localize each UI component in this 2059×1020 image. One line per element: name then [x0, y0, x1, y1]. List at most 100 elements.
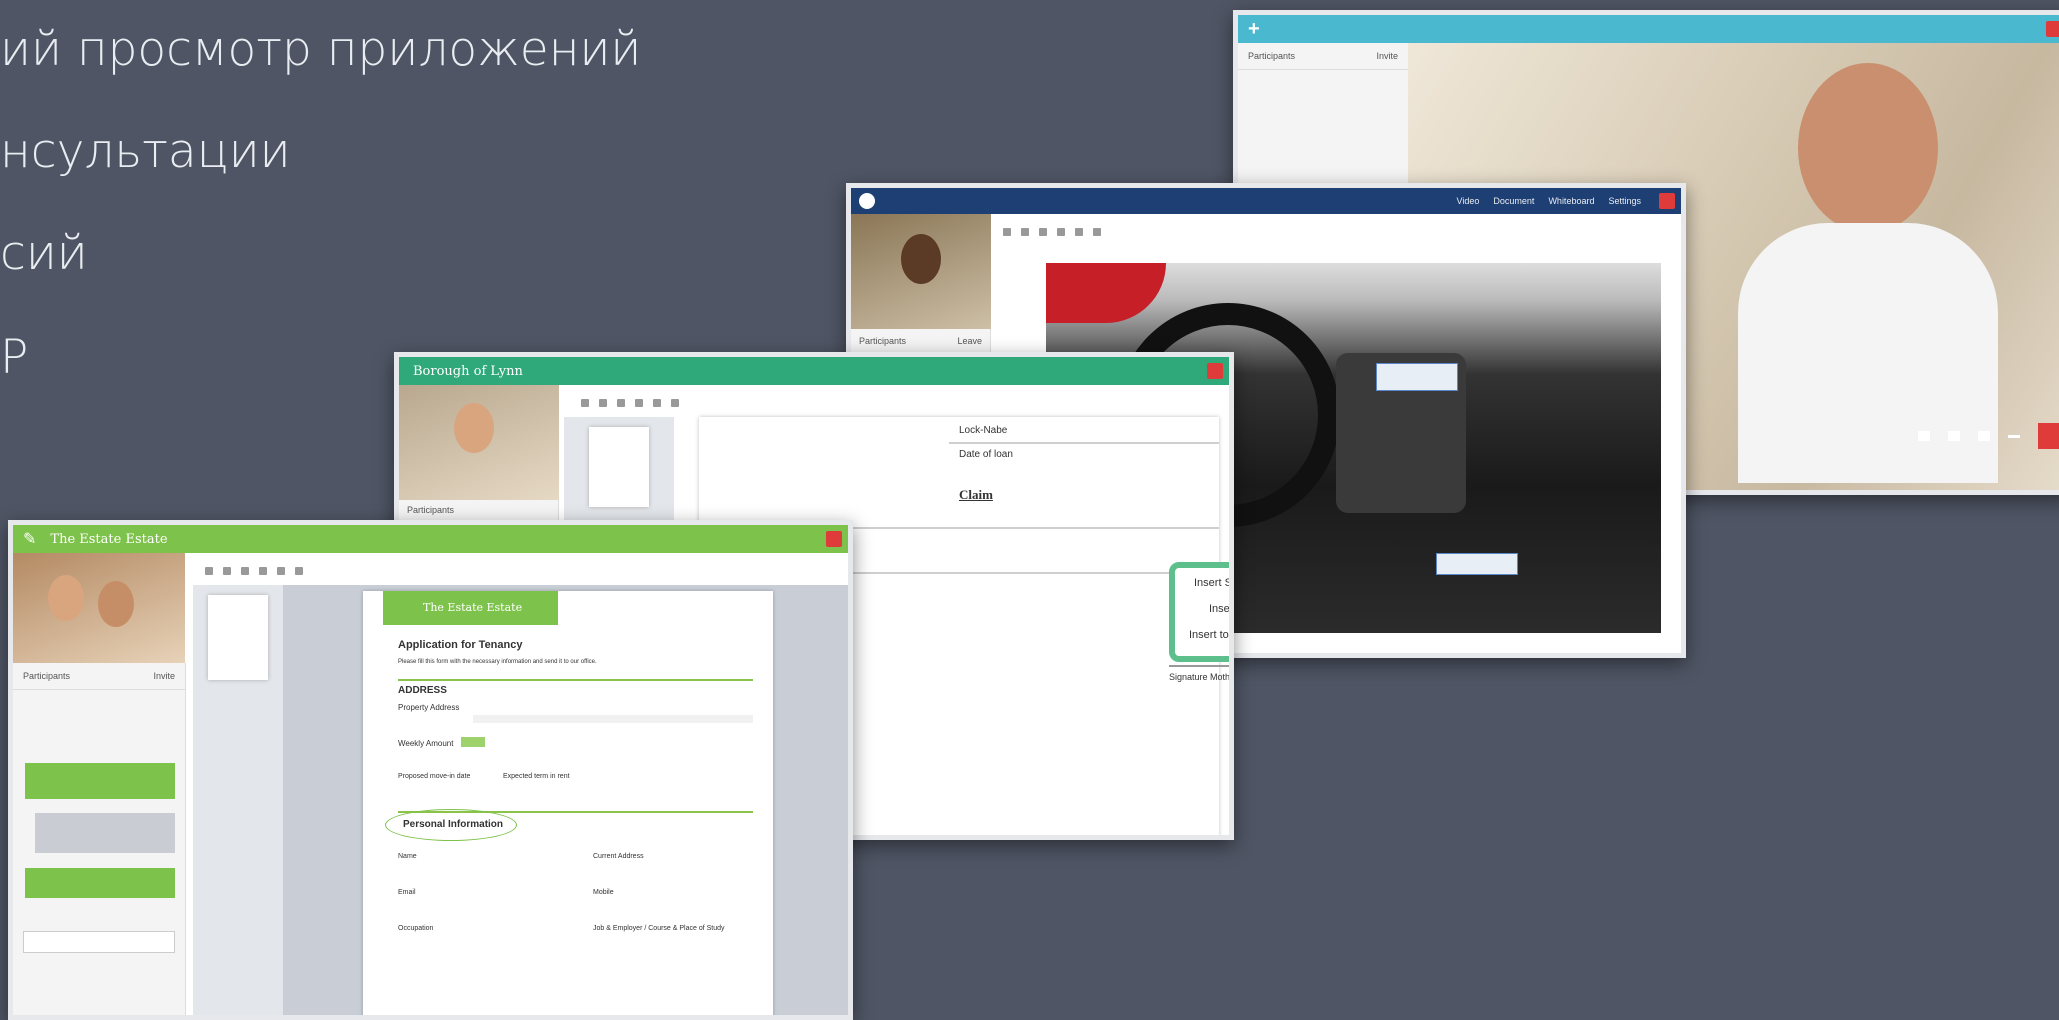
form-brand-banner: The Estate Estate [383, 591, 558, 625]
bullet-text-3: сий [0, 226, 88, 281]
doctor-face [1798, 63, 1938, 233]
text-icon[interactable] [599, 399, 607, 407]
app-title: The Estate Estate [50, 531, 168, 547]
weekly-amount-label: Weekly Amount [398, 739, 454, 748]
undo-icon[interactable] [653, 399, 661, 407]
pen-icon[interactable] [1003, 228, 1011, 236]
annotation-toolbar [193, 559, 303, 583]
participant-face [48, 575, 84, 621]
document-area: The Estate Estate Application for Tenanc… [283, 585, 848, 1015]
text-icon[interactable] [1021, 228, 1029, 236]
close-icon[interactable] [826, 531, 842, 547]
annotation-callout[interactable] [1376, 363, 1458, 391]
participant-face [98, 581, 134, 627]
participants-label: Participants [407, 505, 455, 515]
panel-header: Participants [23, 671, 71, 681]
minus-icon[interactable] [2008, 434, 2020, 438]
bullet-text-2: нсультации [0, 124, 291, 179]
section-rule [398, 679, 753, 681]
name-label: Name [398, 853, 417, 860]
participant-face [454, 403, 494, 453]
red-car-body [1046, 263, 1166, 323]
shape-icon[interactable] [1039, 228, 1047, 236]
page-thumbnail[interactable] [208, 595, 268, 680]
thumbnail-panel [193, 585, 283, 1015]
weekly-amount-field[interactable] [461, 737, 485, 747]
menu-whiteboard[interactable]: Whiteboard [1548, 196, 1594, 206]
doc-rule [949, 442, 1219, 444]
pen-icon[interactable] [205, 567, 213, 575]
signature-label: Signature Mother [1169, 672, 1234, 682]
undo-icon[interactable] [277, 567, 285, 575]
insert-signature-button[interactable]: Insert Signature [1194, 577, 1229, 589]
pause-icon[interactable] [1978, 431, 1990, 441]
participant-row [13, 690, 185, 702]
proposed-move-label: Proposed move-in date [398, 773, 471, 780]
insert-date-button[interactable]: Insert today's Date [1189, 629, 1229, 641]
chat-bubble [25, 868, 175, 898]
chat-bubble [25, 763, 175, 799]
participants-panel: Participants Invite [13, 663, 186, 1015]
text-icon[interactable] [223, 567, 231, 575]
participants-strip: Participants Leave [851, 329, 991, 353]
camera-icon[interactable] [1918, 431, 1930, 441]
hangup-button[interactable] [2038, 423, 2059, 449]
logo-icon [859, 193, 875, 209]
doc-heading: Claim [959, 487, 993, 502]
annotation-toolbar [991, 220, 1101, 244]
participants-label: Participants [859, 336, 907, 346]
mobile-label: Mobile [593, 889, 614, 896]
top-menu: Video Document Whiteboard Settings [1457, 196, 1641, 206]
close-icon[interactable] [1207, 363, 1223, 379]
participants-strip: Participants [399, 500, 559, 522]
logo-icon: ✎ [23, 531, 37, 548]
plus-icon: + [1248, 17, 1260, 40]
menu-document[interactable]: Document [1493, 196, 1534, 206]
form-title: Application for Tenancy [398, 639, 523, 651]
participant-face [901, 234, 941, 284]
redo-icon[interactable] [1093, 228, 1101, 236]
title-bar: + [1238, 15, 2059, 43]
address-heading: ADDRESS [398, 685, 447, 696]
arrow-icon[interactable] [259, 567, 267, 575]
participants-panel: Participants Invite [1238, 43, 1409, 203]
form-intro: Please fill this form with the necessary… [398, 659, 597, 665]
redo-icon[interactable] [671, 399, 679, 407]
leave-button[interactable]: Leave [957, 336, 982, 346]
title-bar: ✎ The Estate Estate [13, 525, 848, 553]
occupation-label: Occupation [398, 925, 434, 932]
annotation-toolbar [569, 391, 679, 415]
menu-settings[interactable]: Settings [1608, 196, 1641, 206]
annotation-callout[interactable] [1436, 553, 1518, 575]
chat-input[interactable] [23, 931, 175, 953]
shape-icon[interactable] [617, 399, 625, 407]
call-controls [1918, 423, 2059, 449]
property-address-field[interactable] [473, 715, 753, 723]
close-icon[interactable] [1659, 193, 1675, 209]
menu-video[interactable]: Video [1457, 196, 1480, 206]
arrow-icon[interactable] [635, 399, 643, 407]
insert-text-button[interactable]: Insert Text [1209, 603, 1229, 615]
employer-label: Job & Employer / Course & Place of Study [593, 925, 725, 932]
page-thumbnail[interactable] [589, 427, 649, 507]
chat-bubble [35, 813, 175, 853]
pen-icon[interactable] [581, 399, 589, 407]
shape-icon[interactable] [241, 567, 249, 575]
app-title: Borough of Lynn [413, 363, 523, 379]
redo-icon[interactable] [295, 567, 303, 575]
title-bar: Video Document Whiteboard Settings [851, 188, 1681, 214]
personal-heading-circle [385, 809, 517, 841]
doc-row: Lock-Nabe [959, 425, 1008, 436]
arrow-icon[interactable] [1057, 228, 1065, 236]
undo-icon[interactable] [1075, 228, 1083, 236]
invite-button[interactable]: Invite [153, 671, 175, 681]
screen-icon[interactable] [1948, 431, 1960, 441]
close-icon[interactable] [2046, 21, 2059, 37]
participant-video [851, 214, 991, 329]
title-bar: Borough of Lynn [399, 357, 1229, 385]
email-label: Email [398, 889, 416, 896]
current-address-label: Current Address [593, 853, 644, 860]
screenshot-tenancy-application: ✎ The Estate Estate Participants Invite [8, 520, 853, 1020]
invite-button[interactable]: Invite [1376, 51, 1398, 61]
property-address-label: Property Address [398, 703, 460, 712]
